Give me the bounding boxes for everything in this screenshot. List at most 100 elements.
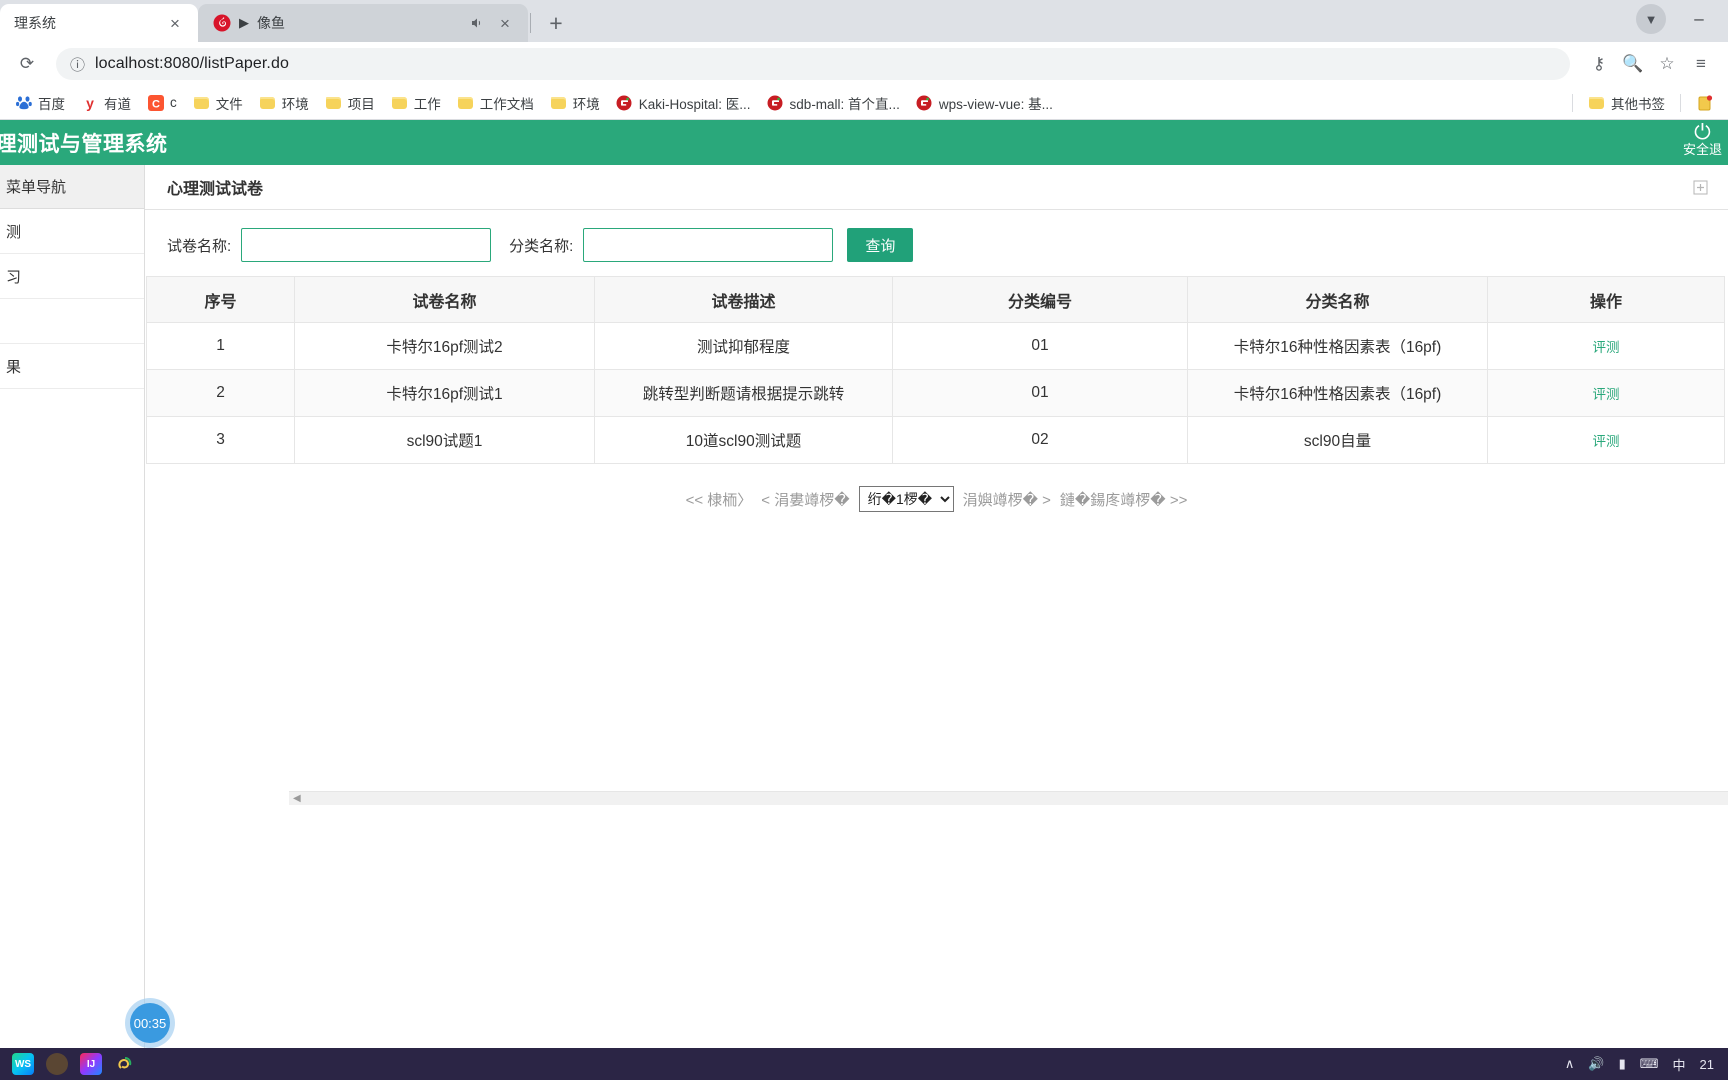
evaluate-link[interactable]: 评测 <box>1593 434 1620 449</box>
cell-category-name: 卡特尔16种性格因素表（16pf) <box>1187 369 1488 417</box>
svg-text:C: C <box>152 98 160 110</box>
category-name-input[interactable] <box>583 228 834 262</box>
profile-avatar[interactable]: ▼ <box>1636 4 1666 34</box>
tab-close-icon[interactable]: × <box>494 12 516 34</box>
new-tab-button[interactable]: + <box>541 8 571 38</box>
reading-list-icon <box>1696 94 1713 111</box>
scroll-left-arrow-icon[interactable]: ◀ <box>289 793 305 804</box>
bookmark-item[interactable]: Kaki-Hospital: 医... <box>609 89 758 117</box>
bookmark-label: 有道 <box>104 96 131 112</box>
sidebar: 菜单导航 测 习 果 <box>0 165 145 1049</box>
sidebar-item-1[interactable]: 习 <box>0 254 144 299</box>
taskbar-app-avatar[interactable] <box>40 1050 74 1078</box>
bookmark-item[interactable]: 项目 <box>318 89 382 117</box>
bookmark-item[interactable]: 文件 <box>186 89 250 117</box>
browser-tab-0[interactable]: 理系统 × <box>0 4 198 42</box>
bookmark-item[interactable]: sdb-mall: 首个直... <box>760 89 907 117</box>
bookmark-item[interactable]: 百度 <box>8 89 72 117</box>
bookmark-star-icon[interactable]: ☆ <box>1652 49 1682 79</box>
system-tray: ∧ 🔊 ▮ ⌨ 中 21 <box>1565 1055 1722 1074</box>
search-button[interactable]: 查询 <box>847 228 914 262</box>
page-select[interactable]: 绗�1椤� <box>858 486 954 512</box>
keyboard-icon[interactable]: ⌨ <box>1640 1056 1659 1072</box>
panel-expand-icon[interactable] <box>1693 180 1708 195</box>
bookmark-label: 环境 <box>572 96 600 112</box>
pagination-prev[interactable]: < 涓婁竴椤� <box>761 489 849 510</box>
gitee-icon <box>916 94 933 111</box>
battery-icon[interactable]: ▮ <box>1619 1056 1626 1072</box>
password-key-icon[interactable]: ⚷ <box>1584 49 1614 79</box>
gitee-icon <box>616 94 633 111</box>
site-info-icon[interactable]: ⓘ <box>70 54 85 75</box>
folder-icon <box>259 94 276 111</box>
taskbar-app-browser[interactable] <box>108 1050 142 1078</box>
bookmark-label: 文件 <box>215 96 243 112</box>
bookmark-label: 工作文档 <box>479 96 534 112</box>
bookmark-item[interactable]: 环境 <box>543 89 607 117</box>
browser-tab-1[interactable]: ▶ 像鱼 × <box>198 4 528 42</box>
bookmark-label: 项目 <box>347 96 375 112</box>
folder-icon <box>1588 94 1605 111</box>
youdao-icon: y <box>81 94 98 111</box>
folder-icon <box>391 94 408 111</box>
evaluate-link[interactable]: 评测 <box>1593 387 1620 402</box>
browser-menu-icon[interactable]: ≡ <box>1686 49 1716 79</box>
web-page-content: 心理测试与管理系统 ⏻ 安全退 菜单导航 测 习 果 心理测试试卷 <box>0 120 1728 1049</box>
taskbar-app-intellij[interactable]: IJ <box>74 1050 108 1078</box>
baidu-icon <box>15 94 32 111</box>
cell-action: 评测 <box>1487 416 1725 464</box>
logout-button[interactable]: ⏻ 安全退 <box>1683 122 1722 157</box>
main-content: 心理测试试卷 试卷名称: 分类名称: 查询 序号 试卷名称 试卷描述 分类编号 … <box>145 165 1728 1049</box>
tab-strip: 理系统 × ▶ 像鱼 × + ▼ – <box>0 0 1728 42</box>
cell-index: 1 <box>146 322 295 370</box>
sidebar-item-2[interactable] <box>0 299 144 344</box>
taskbar-app-webstorm[interactable]: WS <box>6 1050 40 1078</box>
pagination-next[interactable]: 涓嬩竴椤� > <box>963 489 1051 510</box>
chevron-up-icon[interactable]: ∧ <box>1565 1056 1575 1072</box>
app-header: 心理测试与管理系统 ⏻ 安全退 <box>0 120 1728 165</box>
network-icon[interactable]: 🔊 <box>1588 1056 1604 1072</box>
evaluate-link[interactable]: 评测 <box>1593 340 1620 355</box>
reading-list-button[interactable] <box>1689 90 1720 115</box>
paper-name-input[interactable] <box>241 228 492 262</box>
bookmark-item[interactable]: 环境 <box>252 89 316 117</box>
bookmark-item[interactable]: 工作文档 <box>450 89 541 117</box>
other-bookmarks-button[interactable]: 其他书签 <box>1581 89 1672 117</box>
table-row: 1 卡特尔16pf测试2 测试抑郁程度 01 卡特尔16种性格因素表（16pf)… <box>146 322 1725 370</box>
window-controls: ▼ – <box>1636 4 1728 42</box>
tab-play-indicator-icon: ▶ <box>239 15 249 30</box>
cell-category-name: scl90自量 <box>1187 416 1488 464</box>
address-bar-url: localhost:8080/listPaper.do <box>95 55 289 72</box>
bookmarks-divider <box>1572 93 1573 112</box>
horizontal-scrollbar[interactable]: ◀ <box>289 791 1728 805</box>
zoom-icon[interactable]: 🔍 <box>1618 49 1648 79</box>
tab-audio-icon[interactable] <box>467 14 486 33</box>
papers-table: 序号 试卷名称 试卷描述 分类编号 分类名称 操作 1 卡特尔16pf测试2 测 <box>146 276 1725 464</box>
bookmarks-bar: 百度 y 有道 C c 文件 环境 项目 工作 工作文档 环境 Kaki-Hos… <box>0 86 1728 120</box>
cell-paper-name: 卡特尔16pf测试2 <box>294 322 595 370</box>
bookmark-item[interactable]: wps-view-vue: 基... <box>909 89 1060 117</box>
sidebar-heading: 菜单导航 <box>0 165 144 209</box>
cell-category-name: 卡特尔16种性格因素表（16pf) <box>1187 322 1488 370</box>
bookmark-item[interactable]: C c <box>140 90 184 115</box>
pagination-first[interactable]: << 棣栭〉 <box>686 489 753 510</box>
folder-icon <box>193 94 210 111</box>
bookmark-label: c <box>170 95 177 110</box>
clock[interactable]: 21 <box>1700 1057 1714 1072</box>
bookmark-item[interactable]: 工作 <box>384 89 448 117</box>
ime-indicator[interactable]: 中 <box>1673 1055 1686 1074</box>
minimize-button[interactable]: – <box>1684 9 1714 29</box>
sidebar-item-0[interactable]: 测 <box>0 209 144 254</box>
tab-close-icon[interactable]: × <box>164 12 186 34</box>
timer-badge[interactable]: 00:35 <box>130 1003 170 1043</box>
cell-index: 2 <box>146 369 295 417</box>
pagination-last[interactable]: 鏈�鍚庝竴椤� >> <box>1060 489 1187 510</box>
tab-title: 像鱼 <box>257 15 285 31</box>
reload-icon[interactable]: ⟳ <box>12 49 42 79</box>
sidebar-item-3[interactable]: 果 <box>0 344 144 389</box>
address-bar[interactable]: ⓘ localhost:8080/listPaper.do <box>56 48 1570 80</box>
logout-label: 安全退 <box>1682 142 1722 157</box>
tab-title: 理系统 <box>14 15 56 31</box>
bookmark-item[interactable]: y 有道 <box>74 89 138 117</box>
bookmark-label: sdb-mall: 首个直... <box>789 96 900 112</box>
